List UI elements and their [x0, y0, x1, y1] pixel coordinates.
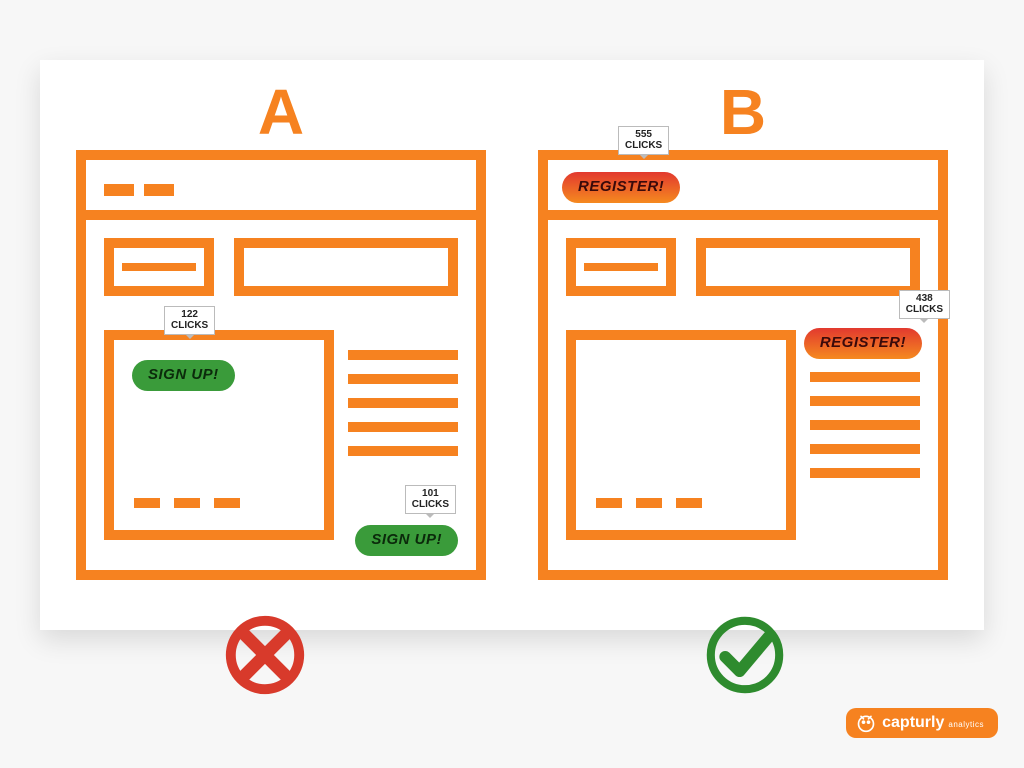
variant-a-label: A — [258, 80, 304, 144]
cta-register-primary[interactable]: REGISTER! — [562, 172, 680, 203]
wireframe-a-header — [86, 160, 476, 220]
content-dashes — [596, 498, 702, 508]
wireframe-a: SIGN UP! 122CLICKS SIGN UP! 101CLICKS — [76, 150, 486, 580]
comparison-card: A SIGN UP! 122CLICKS — [40, 60, 984, 630]
owl-icon — [856, 713, 876, 733]
text-lines — [810, 372, 920, 478]
variant-b: B REGISTER! 555CLICKS RE — [532, 80, 954, 600]
cta-label: REGISTER! — [820, 334, 906, 351]
text-lines — [348, 350, 458, 456]
click-tooltip-a2: 101CLICKS — [405, 485, 456, 514]
header-dash — [144, 184, 174, 196]
cta-label: SIGN UP! — [371, 531, 442, 548]
cta-label: SIGN UP! — [148, 366, 219, 383]
sidebar-box — [104, 238, 214, 296]
click-tooltip-b2: 438CLICKS — [899, 290, 950, 319]
hero-box — [234, 238, 458, 296]
brand-tagline: analytics — [948, 720, 984, 729]
brand-name: capturly — [882, 714, 944, 732]
wireframe-b: REGISTER! 555CLICKS REGISTER! 438CLICKS — [538, 150, 948, 580]
click-tooltip-a1: 122CLICKS — [164, 306, 215, 335]
content-box — [566, 330, 796, 540]
cta-label: REGISTER! — [578, 178, 664, 195]
wireframe-b-header: REGISTER! — [548, 160, 938, 220]
wireframe-b-body: REGISTER! 438CLICKS — [548, 220, 938, 570]
hero-box — [696, 238, 920, 296]
brand-badge: capturly analytics — [846, 708, 998, 738]
cta-signup-primary[interactable]: SIGN UP! — [132, 360, 235, 391]
click-tooltip-b1: 555CLICKS — [618, 126, 669, 155]
variant-a: A SIGN UP! 122CLICKS — [70, 80, 492, 600]
content-box: SIGN UP! — [104, 330, 334, 540]
cta-signup-secondary[interactable]: SIGN UP! — [355, 525, 458, 556]
variant-b-label: B — [720, 80, 766, 144]
wireframe-a-body: SIGN UP! 122CLICKS SIGN UP! 101CLICKS — [86, 220, 476, 570]
content-dashes — [134, 498, 240, 508]
header-dash — [104, 184, 134, 196]
pass-icon — [700, 610, 790, 700]
fail-icon — [220, 610, 310, 700]
cta-register-secondary[interactable]: REGISTER! — [804, 328, 922, 359]
sidebar-box — [566, 238, 676, 296]
